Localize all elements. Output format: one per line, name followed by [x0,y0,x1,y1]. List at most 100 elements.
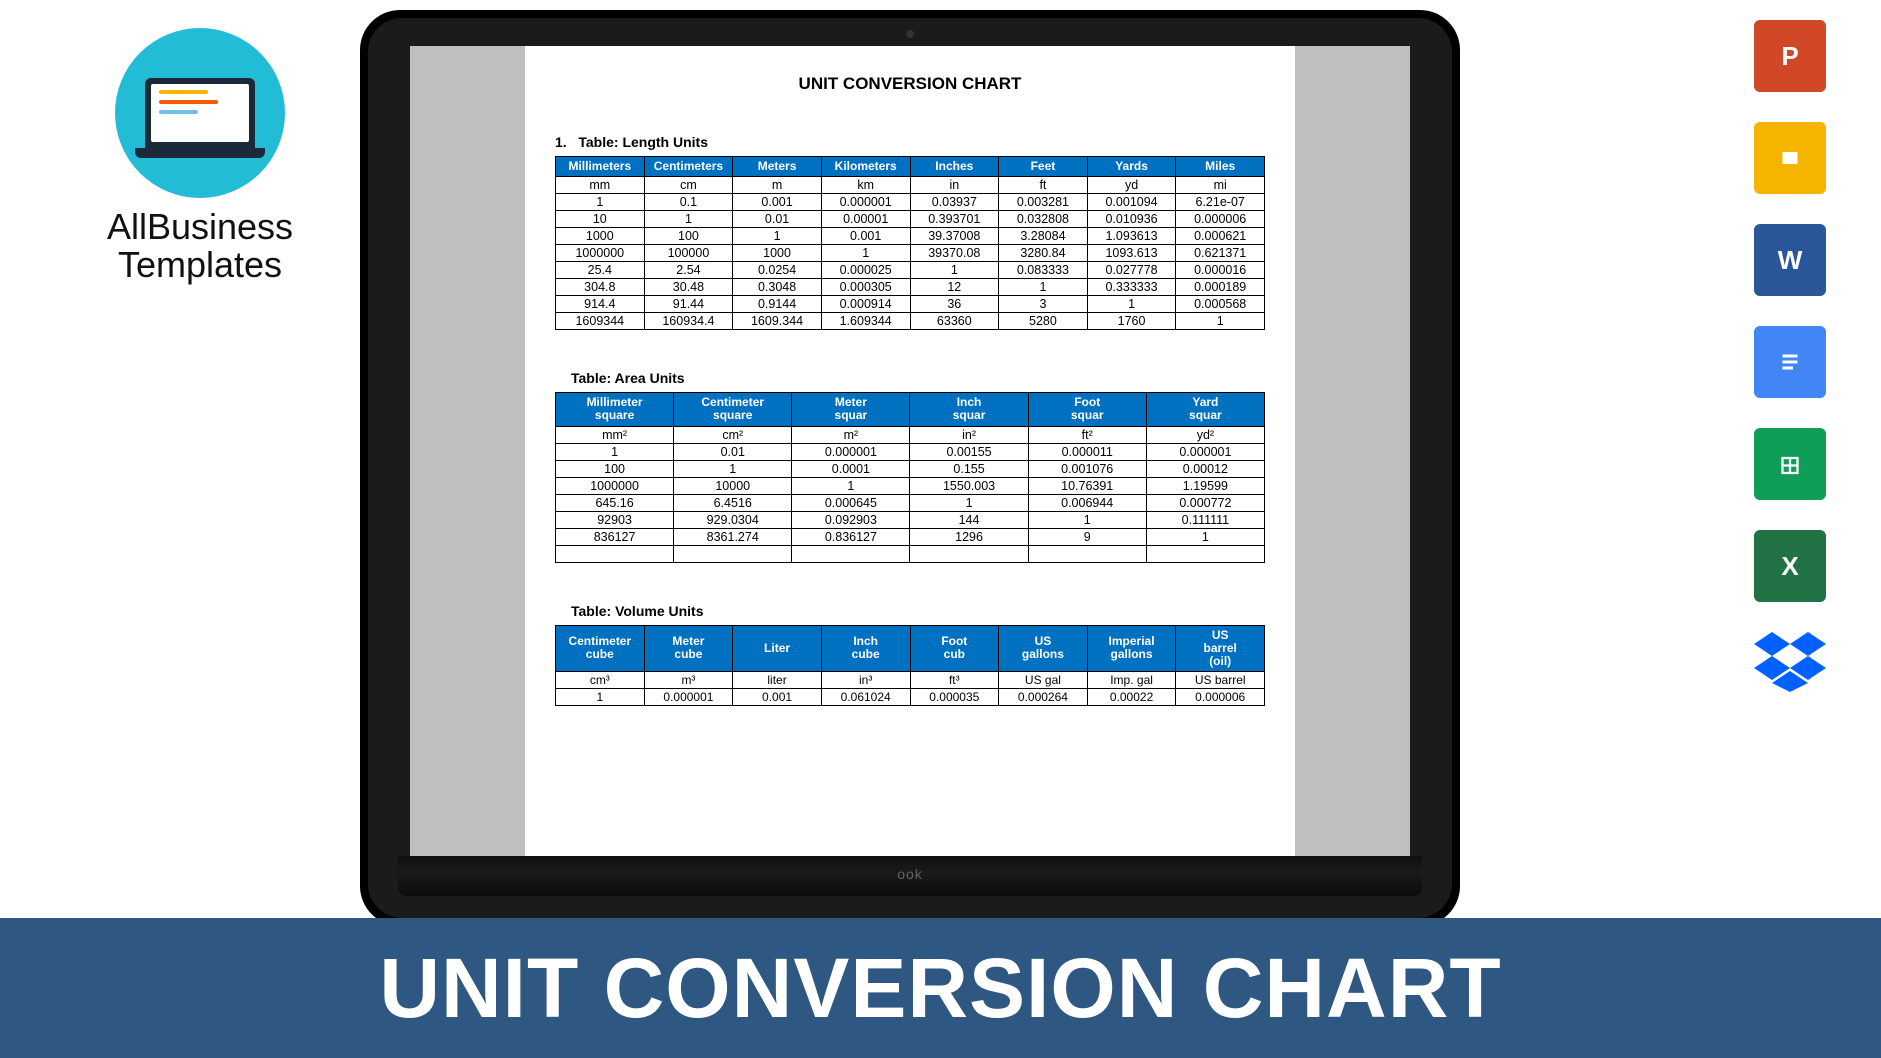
table-cell: 1 [1146,528,1264,545]
table-cell: 0.000645 [792,494,910,511]
laptop-hinge: ook [398,856,1422,896]
table-cell: 0.000011 [1028,443,1146,460]
table-header: Centimeters [644,157,733,177]
app-icons-column: P W X [1754,20,1826,697]
table-cell: 0.01 [674,443,792,460]
table-cell: 0.00001 [821,211,910,228]
table-cell: 0.061024 [821,689,910,706]
google-docs-icon[interactable] [1754,326,1826,398]
table-cell: 0.000001 [644,689,733,706]
table-cell: 36 [910,296,999,313]
table-unit-cell: km [821,177,910,194]
table-header: Kilometers [821,157,910,177]
table-row: 10010.00010.1550.0010760.00012 [556,460,1265,477]
table-cell: 0.000264 [999,689,1088,706]
table-cell: 1 [556,689,645,706]
table-cell: 0.001076 [1028,460,1146,477]
table-cell: 1609344 [556,313,645,330]
table-cell: 3280.84 [999,245,1088,262]
table-cell: 0.032808 [999,211,1088,228]
google-sheets-icon[interactable] [1754,428,1826,500]
table-cell: 304.8 [556,279,645,296]
table-cell: 39370.08 [910,245,999,262]
table-header: Metersquar [792,393,910,426]
table-cell: 0.155 [910,460,1028,477]
table-header: Centimetersquare [674,393,792,426]
google-slides-icon[interactable] [1754,122,1826,194]
table-unit-cell: cm² [674,426,792,443]
table-cell: 0.00155 [910,443,1028,460]
table-cell: 0.000621 [1176,228,1265,245]
table-cell: 6.4516 [674,494,792,511]
table-cell: 1.093613 [1087,228,1176,245]
table-cell: 10.76391 [1028,477,1146,494]
table-cell [1146,545,1264,562]
table-header: Footcub [910,625,999,672]
table-cell: 0.621371 [1176,245,1265,262]
table-header: Inches [910,157,999,177]
table-unit-cell: yd [1087,177,1176,194]
table-cell: 1 [644,211,733,228]
table-cell: 0.000305 [821,279,910,296]
camera-dot [906,30,914,38]
table-length-units: MillimetersCentimetersMetersKilometersIn… [555,156,1265,330]
table-cell: 1000000 [556,477,674,494]
table-unit-cell: Imp. gal [1087,672,1176,689]
table-cell: 6.21e-07 [1176,194,1265,211]
table-cell: 3 [999,296,1088,313]
table-cell: 1 [1176,313,1265,330]
table-cell: 9 [1028,528,1146,545]
table-cell: 0.010936 [1087,211,1176,228]
excel-icon[interactable]: X [1754,530,1826,602]
dropbox-icon[interactable] [1754,632,1826,697]
table-cell: 0.000006 [1176,211,1265,228]
brand-name: AllBusiness Templates [80,208,320,284]
table-cell: 10 [556,211,645,228]
table-cell: 0.000189 [1176,279,1265,296]
table-cell: 1 [556,443,674,460]
table-cell: 0.333333 [1087,279,1176,296]
table-unit-cell: m³ [644,672,733,689]
table-cell: 1 [910,494,1028,511]
table-cell: 0.001 [733,689,822,706]
table-cell: 1000 [733,245,822,262]
table-row: 645.166.45160.00064510.0069440.000772 [556,494,1265,511]
table-cell: 1296 [910,528,1028,545]
section-area-label: Table: Area Units [555,370,1265,386]
table-cell: 0.111111 [1146,511,1264,528]
table-cell: 0.000035 [910,689,999,706]
table-header: Metercube [644,625,733,672]
table-header: Centimetercube [556,625,645,672]
table-cell: 2.54 [644,262,733,279]
table-cell: 1 [910,262,999,279]
table-cell: 0.393701 [910,211,999,228]
table-header: Feet [999,157,1088,177]
powerpoint-icon[interactable]: P [1754,20,1826,92]
table-row: 10.0000010.0010.0610240.0000350.0002640.… [556,689,1265,706]
table-unit-cell: mi [1176,177,1265,194]
table-cell: 1 [733,228,822,245]
table-area-units: MillimetersquareCentimetersquareMetersqu… [555,392,1265,562]
table-cell [910,545,1028,562]
table-unit-cell: yd² [1146,426,1264,443]
table-cell: 0.01 [733,211,822,228]
table-row: 92903929.03040.09290314410.111111 [556,511,1265,528]
table-header: Inchsquar [910,393,1028,426]
table-cell: 0.0254 [733,262,822,279]
word-icon[interactable]: W [1754,224,1826,296]
section-volume-label: Table: Volume Units [555,603,1265,619]
table-header: Imperialgallons [1087,625,1176,672]
table-cell: 8361.274 [674,528,792,545]
table-cell: 30.48 [644,279,733,296]
laptop-mockup: UNIT CONVERSION CHART Table: Length Unit… [360,10,1460,944]
table-unit-cell: cm [644,177,733,194]
table-cell: 0.092903 [792,511,910,528]
table-cell: 91.44 [644,296,733,313]
table-cell: 0.0001 [792,460,910,477]
table-unit-cell: mm² [556,426,674,443]
table-cell: 160934.4 [644,313,733,330]
table-header: Millimetersquare [556,393,674,426]
table-cell: 1 [821,245,910,262]
brand-logo-screen [151,84,249,142]
table-cell: 1 [999,279,1088,296]
